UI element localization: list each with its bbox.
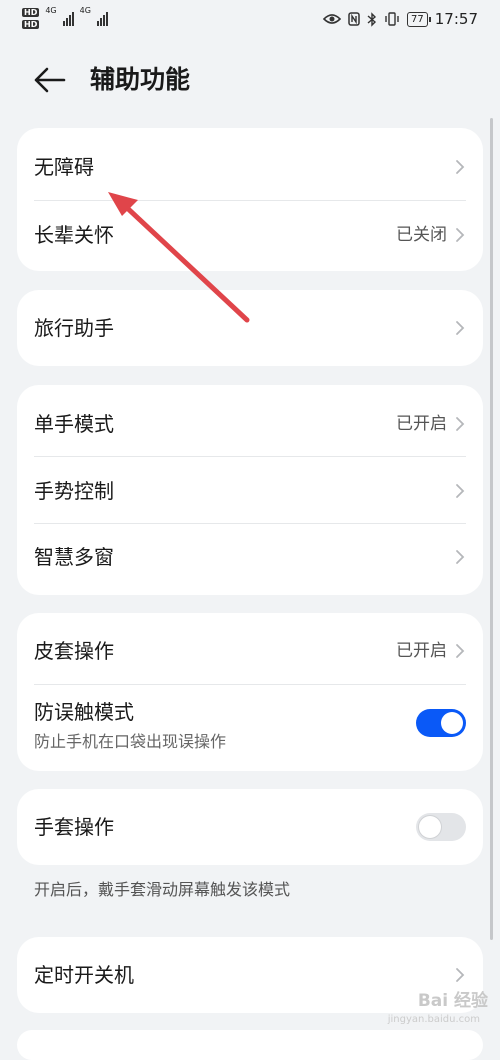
- baidu-watermark-url: jingyan.baidu.com: [387, 1014, 480, 1025]
- item-status: 已关闭: [396, 225, 447, 245]
- item-label: 无障碍: [34, 155, 94, 179]
- page-header: 辅助功能: [0, 48, 500, 112]
- status-bar: HD HD 4G 4G 77 17:57: [0, 0, 500, 40]
- settings-group-glove: 手套操作: [17, 789, 483, 865]
- bluetooth-icon: [367, 11, 377, 27]
- settings-item-glove-operation[interactable]: 手套操作: [17, 793, 483, 861]
- eye-icon: [323, 14, 342, 24]
- toggle-knob: [441, 712, 463, 734]
- item-status: 已开启: [396, 641, 447, 661]
- glove-note: 开启后，戴手套滑动屏幕触发该模式: [34, 880, 291, 899]
- settings-group-partial: [17, 1030, 483, 1060]
- settings-group-modes: 单手模式 已开启 手势控制 智慧多窗: [17, 385, 483, 595]
- toggle-knob: [419, 816, 441, 838]
- chevron-right-icon: [456, 968, 465, 982]
- settings-group-schedule-power: 定时开关机: [17, 937, 483, 1013]
- glove-operation-toggle[interactable]: [416, 813, 466, 841]
- signal-icon: [62, 8, 74, 26]
- item-label: 旅行助手: [34, 316, 114, 340]
- chevron-right-icon: [456, 160, 465, 174]
- signal-icon: [96, 8, 108, 26]
- settings-item-accessibility[interactable]: 无障碍: [17, 133, 483, 201]
- network-type-label: 4G: [79, 6, 91, 15]
- item-label: 皮套操作: [34, 639, 114, 663]
- battery-icon: 77: [407, 11, 431, 27]
- status-bar-right: 77 17:57: [323, 10, 478, 28]
- page-title: 辅助功能: [90, 65, 191, 94]
- chevron-right-icon: [456, 321, 465, 335]
- settings-item-anti-mistouch[interactable]: 防误触模式 防止手机在口袋出现误操作: [17, 685, 483, 771]
- status-time: 17:57: [434, 10, 478, 28]
- settings-item-smart-multiwindow[interactable]: 智慧多窗: [17, 523, 483, 591]
- settings-item-travel-assistant[interactable]: 旅行助手: [17, 294, 483, 362]
- settings-item-gesture-control[interactable]: 手势控制: [17, 457, 483, 525]
- chevron-right-icon: [456, 417, 465, 431]
- chevron-right-icon: [456, 484, 465, 498]
- hd-badge: HD: [22, 8, 40, 17]
- scrollbar[interactable]: [490, 118, 493, 940]
- chevron-right-icon: [456, 550, 465, 564]
- vibrate-icon: [385, 12, 399, 26]
- item-label: 智慧多窗: [34, 545, 114, 569]
- settings-item-scheduled-power[interactable]: 定时开关机: [17, 941, 483, 1009]
- settings-group-cover: 皮套操作 已开启 防误触模式 防止手机在口袋出现误操作: [17, 613, 483, 771]
- nfc-icon: [348, 12, 360, 26]
- hd-badge: HD: [22, 20, 40, 29]
- item-subtitle: 防止手机在口袋出现误操作: [34, 732, 227, 751]
- item-label: 定时开关机: [34, 963, 134, 987]
- item-label: 防误触模式: [34, 700, 134, 724]
- status-bar-left: HD HD 4G 4G: [22, 6, 108, 29]
- item-label: 手套操作: [34, 815, 114, 839]
- settings-item-elder-care[interactable]: 长辈关怀 已关闭: [17, 201, 483, 269]
- anti-mistouch-toggle[interactable]: [416, 709, 466, 737]
- item-label: 手势控制: [34, 479, 114, 503]
- baidu-watermark: Bai 经验: [417, 991, 488, 1011]
- chevron-right-icon: [456, 228, 465, 242]
- settings-item-one-hand-mode[interactable]: 单手模式 已开启: [17, 390, 483, 458]
- settings-item-cover-operation[interactable]: 皮套操作 已开启: [17, 617, 483, 685]
- arrow-left-icon[interactable]: [32, 62, 68, 98]
- settings-group-travel: 旅行助手: [17, 290, 483, 366]
- network-type-label: 4G: [45, 6, 57, 15]
- chevron-right-icon: [456, 644, 465, 658]
- item-label: 长辈关怀: [34, 223, 114, 247]
- item-label: 单手模式: [34, 412, 114, 436]
- item-status: 已开启: [396, 414, 447, 434]
- settings-group-accessibility: 无障碍 长辈关怀 已关闭: [17, 128, 483, 271]
